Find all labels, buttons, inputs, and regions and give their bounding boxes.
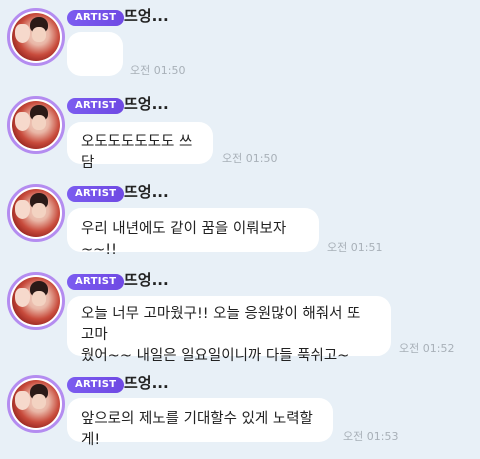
message-bubble[interactable]: 오늘 너무 고마웠구!! 오늘 응원많이 해줘서 또 고마 웠어~~ 내일은 일…	[67, 296, 391, 364]
sender-name: 뜨엉...	[124, 271, 169, 289]
artist-badge: ARTIST	[67, 274, 125, 290]
message-text: 앞으로의 제노를 기대할수 있게 노력할게!	[81, 411, 313, 448]
message-text-line: 웠어~~ 내일은 일요일이니까 다들 푹쉬고~	[81, 348, 350, 364]
timestamp: 오전 01:50	[222, 152, 278, 165]
artist-badge: ARTIST	[67, 377, 125, 393]
avatar[interactable]	[7, 375, 65, 433]
artist-badge: ARTIST	[67, 186, 125, 202]
avatar[interactable]	[7, 184, 65, 242]
sender-name: 뜨엉...	[124, 7, 169, 25]
message-bubble[interactable]	[67, 32, 123, 76]
chat-log: ARTIST 뜨엉... 오전 01:50 ARTIST 뜨엉... 오도도도도…	[0, 0, 480, 459]
avatar[interactable]	[7, 272, 65, 330]
sender-name: 뜨엉...	[124, 95, 169, 113]
artist-badge: ARTIST	[67, 98, 125, 114]
timestamp: 오전 01:53	[343, 430, 399, 443]
avatar[interactable]	[7, 8, 65, 66]
avatar[interactable]	[7, 96, 65, 154]
timestamp: 오전 01:51	[327, 241, 383, 254]
message-text: 우리 내년에도 같이 꿈을 이뤄보자~~!!	[81, 221, 287, 258]
message-text: 오도도도도도도 쓰담	[81, 134, 193, 171]
timestamp: 오전 01:50	[130, 64, 186, 77]
message-bubble[interactable]: 오도도도도도도 쓰담	[67, 122, 213, 171]
artist-badge: ARTIST	[67, 10, 125, 26]
sender-name: 뜨엉...	[124, 374, 169, 392]
message-bubble[interactable]: 앞으로의 제노를 기대할수 있게 노력할게!	[67, 398, 333, 448]
message-bubble[interactable]: 우리 내년에도 같이 꿈을 이뤄보자~~!!	[67, 208, 319, 258]
sender-name: 뜨엉...	[124, 183, 169, 201]
timestamp: 오전 01:52	[399, 342, 455, 355]
message-text-line: 오늘 너무 고마웠구!! 오늘 응원많이 해줘서 또 고마	[81, 306, 361, 343]
